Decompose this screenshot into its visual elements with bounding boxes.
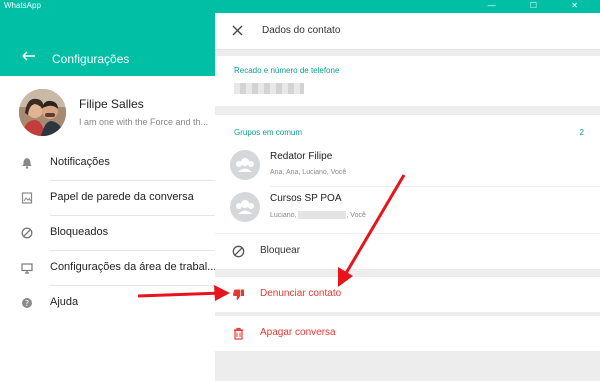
annotation-arrow-diagonal (338, 174, 406, 287)
annotation-arrows (137, 174, 406, 301)
annotation-arrow-right (137, 285, 230, 301)
